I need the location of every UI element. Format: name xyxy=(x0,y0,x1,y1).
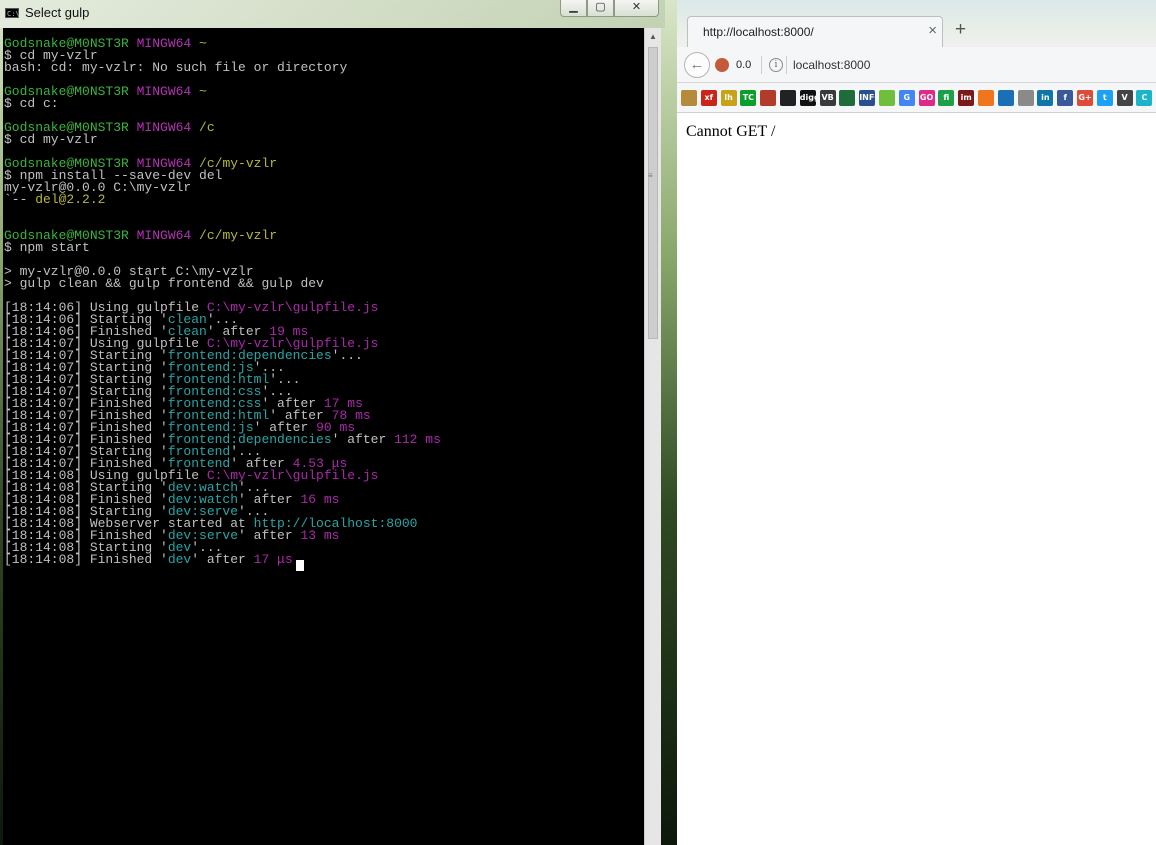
terminal-text: > gulp clean && gulp frontend && gulp de… xyxy=(4,276,324,291)
terminal-text: ' after xyxy=(191,552,254,567)
tab-title: http://localhost:8000/ xyxy=(703,25,814,39)
terminal-text: $ cd c: xyxy=(4,96,59,111)
terminal-output[interactable]: Godsnake@M0NST3R MINGW64 ~ $ cd my-vzlr ba… xyxy=(3,28,644,845)
terminal-text: dev xyxy=(167,552,192,567)
navigation-bar: ← 0.0 i localhost:8000 xyxy=(677,47,1156,83)
terminal-title: Select gulp xyxy=(25,5,90,20)
terminal-text: MINGW64 xyxy=(136,228,200,243)
cmd-icon: C:\ xyxy=(5,8,20,18)
bookmark-vb-icon[interactable]: VB xyxy=(819,90,836,106)
bookmark-digg-icon[interactable]: digg xyxy=(799,90,816,106)
error-message: Cannot GET / xyxy=(686,123,776,140)
divider xyxy=(761,56,762,74)
terminal-line: [18:14:08] Finished 'dev' after 17 μs xyxy=(4,552,441,571)
browser-window[interactable]: http://localhost:8000/ × + ← 0.0 i local… xyxy=(677,0,1156,845)
bookmarks-toolbar: xflhTC diggVB INFO GGOfiim infG+tVC xyxy=(677,83,1156,113)
scroll-up-arrow-icon[interactable]: ▲ xyxy=(645,28,661,45)
bookmark-lh-icon[interactable]: lh xyxy=(720,90,737,106)
page-content: Cannot GET / xyxy=(677,113,1156,845)
bookmark-16-icon[interactable] xyxy=(978,90,994,106)
terminal-text: MINGW64 xyxy=(136,84,200,99)
bookmark-xf-icon[interactable]: xf xyxy=(700,90,717,106)
terminal-text: '... xyxy=(331,348,363,363)
info-icon[interactable]: i xyxy=(769,58,783,72)
terminal-line: > gulp clean && gulp frontend && gulp de… xyxy=(4,276,441,291)
bookmark-18-icon[interactable] xyxy=(1017,90,1034,106)
bookmark-tc-icon[interactable]: TC xyxy=(740,90,757,106)
url-input[interactable]: localhost:8000 xyxy=(793,58,870,72)
terminal-line: $ npm start xyxy=(4,240,441,255)
back-arrow-icon[interactable]: ← xyxy=(684,52,710,78)
terminal-titlebar[interactable]: C:\ Select gulp ▁ ▢ ✕ xyxy=(0,0,665,28)
terminal-text: `-- xyxy=(4,192,36,207)
bookmark-twitter-icon[interactable]: t xyxy=(1096,90,1113,106)
terminal-window[interactable]: C:\ Select gulp ▁ ▢ ✕ Godsnake@M0NST3R M… xyxy=(0,0,665,845)
maximize-button[interactable]: ▢ xyxy=(587,0,614,17)
bookmark-linkedin-icon[interactable]: in xyxy=(1037,90,1054,106)
terminal-text: $ npm start xyxy=(4,240,90,255)
terminal-text: 13 ms xyxy=(300,528,340,543)
bookmark-imdb-icon[interactable]: im xyxy=(958,90,975,106)
bookmark-5-icon[interactable] xyxy=(760,90,777,106)
bookmark-6-icon[interactable] xyxy=(780,90,796,106)
terminal-text: MINGW64 xyxy=(136,36,200,51)
terminal-text: ' after xyxy=(331,432,395,447)
terminal-text: ~ xyxy=(199,84,207,99)
terminal-text: ~ xyxy=(199,36,207,51)
tab-close-icon[interactable]: × xyxy=(928,22,937,39)
scrollbar-grip-icon: ≡ xyxy=(648,171,653,180)
terminal-text: /c xyxy=(199,120,215,135)
terminal-cursor xyxy=(295,560,304,571)
scrollbar-thumb[interactable] xyxy=(648,47,658,339)
bookmark-1-icon[interactable] xyxy=(681,90,697,106)
bookmark-leaf-icon[interactable] xyxy=(879,90,895,106)
terminal-line: Godsnake@M0NST3R MINGW64 ~ xyxy=(4,84,441,99)
terminal-text: ' after xyxy=(238,528,301,543)
terminal-line: $ cd my-vzlr xyxy=(4,132,441,147)
terminal-text: $ cd my-vzlr xyxy=(4,132,98,147)
terminal-lines: Godsnake@M0NST3R MINGW64 ~ $ cd my-vzlr ba… xyxy=(4,36,441,571)
bookmark-vimeo-icon[interactable]: V xyxy=(1116,90,1133,106)
bookmark-c-icon[interactable]: C xyxy=(1136,90,1153,106)
bookmark-17-icon[interactable] xyxy=(997,90,1014,106)
terminal-scrollbar[interactable]: ▲ ≡ xyxy=(644,28,661,845)
bookmark-fi-icon[interactable]: fi xyxy=(938,90,955,106)
terminal-line: bash: cd: my-vzlr: No such file or direc… xyxy=(4,60,441,75)
terminal-text: 112 ms xyxy=(394,432,441,447)
terminal-text: MINGW64 xyxy=(136,120,200,135)
close-button[interactable]: ✕ xyxy=(614,0,659,17)
addon-value: 0.0 xyxy=(736,59,752,71)
terminal-text: del@2.2.2 xyxy=(35,192,106,207)
addon-icon[interactable] xyxy=(715,58,729,72)
tab-localhost[interactable]: http://localhost:8000/ × xyxy=(687,16,943,47)
terminal-text: bash: cd: my-vzlr: No such file or direc… xyxy=(4,60,348,75)
bookmark-9-icon[interactable] xyxy=(839,90,856,106)
terminal-text: 16 ms xyxy=(300,492,340,507)
terminal-text: /c/my-vzlr xyxy=(199,228,278,243)
bookmark-gplus-icon[interactable]: G+ xyxy=(1077,90,1093,106)
terminal-line: $ cd c: xyxy=(4,96,441,111)
bookmark-go-icon[interactable]: GO xyxy=(918,90,935,106)
bookmark-facebook-icon[interactable]: f xyxy=(1057,90,1074,106)
terminal-line: `-- del@2.2.2 xyxy=(4,192,441,207)
terminal-text: 17 μs xyxy=(253,552,293,567)
tab-strip: http://localhost:8000/ × + xyxy=(677,0,1156,47)
bookmark-infowars-icon[interactable]: INFO xyxy=(859,90,876,106)
new-tab-icon[interactable]: + xyxy=(955,19,966,41)
bookmark-google-icon[interactable]: G xyxy=(898,90,915,106)
divider xyxy=(786,56,787,74)
terminal-text: [18:14:08] Finished ' xyxy=(4,552,168,567)
minimize-button[interactable]: ▁ xyxy=(560,0,587,17)
